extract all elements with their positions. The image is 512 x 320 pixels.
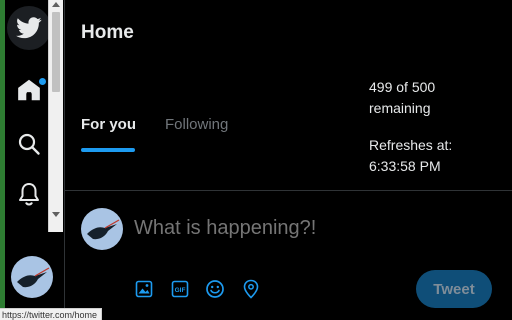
- scroll-up-arrow-icon[interactable]: [52, 2, 60, 7]
- account-area: [5, 232, 65, 310]
- bird-avatar-image: [17, 267, 50, 288]
- column-divider: [64, 0, 65, 320]
- nav-home-button[interactable]: [7, 68, 51, 112]
- status-url-tooltip: https://twitter.com/home: [0, 308, 103, 320]
- location-button[interactable]: [241, 279, 261, 299]
- rate-limit-refresh: Refreshes at: 6:33:58 PM: [369, 135, 489, 177]
- sidebar-scrollbar[interactable]: [48, 0, 63, 232]
- bird-avatar-image: [87, 219, 120, 240]
- gif-icon: GIF: [171, 280, 189, 298]
- gif-button[interactable]: GIF: [170, 279, 190, 299]
- tweet-button[interactable]: Tweet: [416, 270, 492, 308]
- active-tab-indicator: [81, 148, 135, 152]
- bell-icon: [19, 183, 39, 206]
- media-button[interactable]: [134, 279, 154, 299]
- image-icon: [135, 280, 153, 298]
- nav-notifications-button[interactable]: [7, 172, 51, 216]
- twitter-bird-icon: [16, 17, 42, 39]
- scroll-down-arrow-icon[interactable]: [52, 212, 60, 217]
- refresh-label: Refreshes at:: [369, 137, 453, 153]
- emoji-button[interactable]: [205, 279, 225, 299]
- tab-for-you[interactable]: For you: [81, 116, 136, 133]
- location-pin-icon: [243, 279, 259, 299]
- rate-limit-remaining: 499 of 500 remaining: [369, 77, 489, 119]
- emoji-icon: [206, 280, 224, 298]
- twitter-logo-button[interactable]: [7, 6, 51, 50]
- page-title: Home: [81, 22, 134, 43]
- refresh-time: 6:33:58 PM: [369, 158, 441, 174]
- svg-text:GIF: GIF: [175, 287, 186, 294]
- search-icon: [18, 133, 40, 155]
- remaining-label: remaining: [369, 100, 431, 116]
- unread-dot: [39, 78, 46, 85]
- tab-following[interactable]: Following: [165, 116, 228, 133]
- account-avatar[interactable]: [11, 256, 53, 298]
- sidebar-nav: [5, 0, 53, 232]
- compose-tweet-input[interactable]: [134, 217, 414, 240]
- scrollbar-thumb[interactable]: [52, 12, 60, 92]
- nav-search-button[interactable]: [7, 122, 51, 166]
- header-divider: [65, 190, 512, 191]
- remaining-count: 499 of 500: [369, 79, 436, 95]
- compose-avatar[interactable]: [81, 208, 123, 250]
